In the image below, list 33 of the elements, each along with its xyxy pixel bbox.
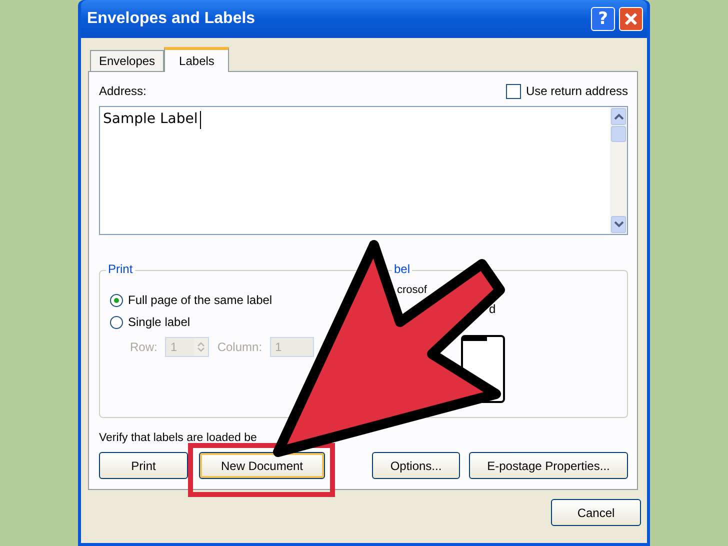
dialog-button[interactable]: E-postage Properties... [469,452,628,479]
scrollbar[interactable] [610,107,627,234]
group-legend: bel [392,262,412,276]
radio-label: Full page of the same label [128,293,272,307]
dialog-button[interactable]: Print [99,452,188,479]
radio-label: Single label [128,315,190,329]
address-label: Address: [99,84,146,98]
dialog-button[interactable]: Options... [372,452,460,479]
tab[interactable]: Labels [164,47,230,72]
scroll-thumb[interactable] [611,126,626,142]
scroll-up-button[interactable] [611,108,626,125]
address-field[interactable]: Sample Label [99,106,628,235]
checkbox[interactable] [506,84,521,98]
group-legend: Print [106,262,135,276]
radio-button[interactable] [110,294,123,306]
label-type-text: d [489,302,496,316]
checkbox-label: Use return address [526,84,628,98]
radio-button[interactable] [110,316,123,328]
help-button[interactable]: ? [591,7,615,31]
close-button[interactable] [619,7,643,31]
close-icon [624,12,638,26]
verify-text: Verify that labels are loaded be [99,432,258,446]
scroll-down-button[interactable] [611,216,626,233]
tab[interactable]: Envelopes [90,50,164,71]
cancel-button[interactable]: Cancel [551,499,641,526]
column-label: Column: [217,340,262,354]
up-chevron-icon [614,113,624,120]
dialog-button[interactable]: New Document [199,452,325,479]
spinner-arrows-icon [197,341,206,353]
row-label: Row: [130,340,158,354]
window-title: Envelopes and Labels [87,10,256,28]
down-chevron-icon [614,221,624,228]
label-name-text: crosof [397,284,427,296]
